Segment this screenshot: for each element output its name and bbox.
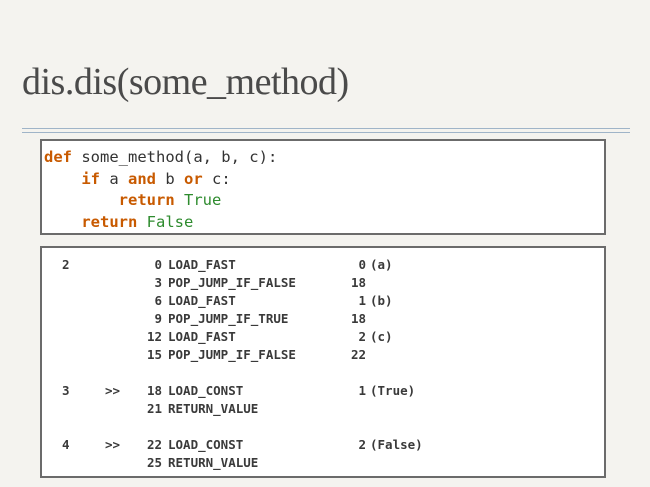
opcode: POP_JUMP_IF_FALSE: [168, 347, 296, 362]
keyword-token: return: [118, 191, 175, 209]
source-line: def some_method(a, b, c):: [44, 147, 604, 169]
disassembly-row: 3 >> 18 LOAD_CONST 1 (True): [42, 383, 604, 401]
opcode-argument: 2: [358, 329, 366, 344]
opcode: LOAD_CONST: [168, 383, 244, 398]
bytecode-offset: 12: [146, 329, 162, 344]
keyword-token: def: [44, 148, 72, 166]
disassembly-row: 4 >> 22 LOAD_CONST 2 (False): [42, 437, 604, 455]
code-token: a: [100, 169, 128, 188]
argument-annotation: (b): [370, 293, 393, 308]
jump-target-marker: >>: [105, 383, 121, 398]
code-token: b: [156, 169, 184, 188]
keyword-token: or: [184, 169, 203, 188]
opcode-argument: 18: [350, 311, 366, 326]
jump-target-marker: >>: [105, 437, 121, 452]
opcode-argument: 2: [358, 437, 366, 452]
argument-annotation: (True): [370, 383, 416, 398]
code-token: c:: [202, 169, 231, 188]
source-line: return False: [44, 212, 604, 234]
keyword-token: if: [81, 169, 100, 188]
opcode-argument: 1: [358, 293, 366, 308]
line-number: 3: [62, 383, 70, 398]
argument-annotation: (False): [370, 437, 423, 452]
disassembly-row: 21 RETURN_VALUE: [42, 401, 604, 419]
disassembly-row: 9 POP_JUMP_IF_TRUE 18: [42, 311, 604, 329]
disassembly-row: 25 RETURN_VALUE: [42, 455, 604, 473]
disassembly-row: 2 0 LOAD_FAST 0 (a): [42, 257, 604, 275]
bytecode-offset: 25: [146, 455, 162, 470]
opcode-argument: 1: [358, 383, 366, 398]
bytecode-offset: 6: [154, 293, 162, 308]
bytecode-offset: 9: [154, 311, 162, 326]
bytecode-offset: 22: [146, 437, 162, 452]
bytecode-offset: 21: [146, 401, 162, 416]
source-line: if a and b or c:: [44, 169, 604, 191]
opcode: LOAD_FAST: [168, 257, 236, 272]
source-line: return True: [44, 190, 604, 212]
bytecode-offset: 3: [154, 275, 162, 290]
keyword-token: and: [128, 169, 156, 188]
opcode: LOAD_CONST: [168, 437, 244, 452]
opcode: RETURN_VALUE: [168, 455, 259, 470]
disassembly-row: 12 LOAD_FAST 2 (c): [42, 329, 604, 347]
title-divider-top: [22, 128, 630, 129]
title-divider-bottom: [22, 132, 630, 133]
disassembly-row: 15 POP_JUMP_IF_FALSE 22: [42, 347, 604, 365]
line-number: 4: [62, 437, 70, 452]
opcode-argument: 0: [358, 257, 366, 272]
line-number: 2: [62, 257, 70, 272]
source-code-block: def some_method(a, b, c): if a and b or …: [40, 139, 606, 235]
opcode-argument: 22: [350, 347, 366, 362]
opcode-argument: 18: [350, 275, 366, 290]
constant-token: True: [184, 191, 222, 209]
opcode: LOAD_FAST: [168, 329, 236, 344]
opcode: RETURN_VALUE: [168, 401, 259, 416]
opcode: LOAD_FAST: [168, 293, 236, 308]
opcode: POP_JUMP_IF_FALSE: [168, 275, 296, 290]
constant-token: False: [146, 212, 194, 231]
keyword-token: return: [81, 212, 138, 231]
opcode: POP_JUMP_IF_TRUE: [168, 311, 289, 326]
disassembly-row: 6 LOAD_FAST 1 (b): [42, 293, 604, 311]
code-token: some_method(a, b, c):: [72, 148, 278, 166]
disassembly-block: 2 0 LOAD_FAST 0 (a) 3 POP_JUMP_IF_FALSE 18 6 LOAD…: [40, 246, 606, 478]
row-gap: [42, 419, 604, 437]
bytecode-offset: 18: [146, 383, 162, 398]
argument-annotation: (a): [370, 257, 393, 272]
slide-title: dis.dis(some_method): [22, 61, 349, 103]
disassembly-row: 3 POP_JUMP_IF_FALSE 18: [42, 275, 604, 293]
row-gap: [42, 365, 604, 383]
bytecode-offset: 15: [146, 347, 162, 362]
argument-annotation: (c): [370, 329, 393, 344]
bytecode-offset: 0: [154, 257, 162, 272]
